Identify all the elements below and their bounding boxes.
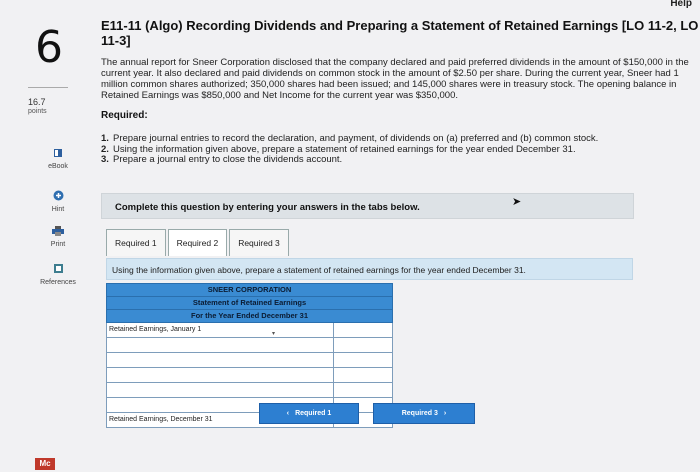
prev-button-label: Required 1: [295, 410, 332, 417]
row-label-select[interactable]: [107, 368, 334, 382]
requirement-tabs: Required 1 Required 2 Required 3: [106, 229, 291, 257]
next-button-label: Required 3: [401, 410, 438, 417]
help-link[interactable]: Help: [670, 0, 692, 9]
statement-row: [106, 353, 393, 368]
required-heading: Required:: [101, 110, 148, 121]
statement-row: [106, 368, 393, 383]
mcgraw-hill-logo: Mc: [35, 458, 55, 470]
mouse-cursor-icon: ➤: [512, 196, 522, 208]
requirement-number: 3.: [101, 154, 109, 165]
hint-button[interactable]: Hint: [35, 190, 81, 213]
statement-period: For the Year Ended December 31: [191, 311, 308, 320]
question-paragraph: The annual report for Sneer Corporation …: [101, 57, 689, 101]
references-label: References: [40, 279, 76, 286]
assignment-page: Help 6 16.7 points eBook Hint Print Refe…: [0, 0, 700, 472]
hint-label: Hint: [51, 206, 65, 213]
next-required-button[interactable]: Required 3 ›: [373, 403, 475, 424]
tab-required-1[interactable]: Required 1: [106, 229, 166, 256]
tab-required-3[interactable]: Required 3: [229, 229, 289, 256]
row-label-opening: Retained Earnings, January 1 ▾: [107, 323, 334, 337]
row-label-text: Retained Earnings, January 1: [109, 326, 202, 333]
amount-input[interactable]: [334, 383, 392, 397]
requirements-list: 1. Prepare journal entries to record the…: [101, 133, 671, 166]
hint-icon: [35, 190, 81, 203]
book-icon: [35, 148, 81, 160]
requirement-item: 3. Prepare a journal entry to close the …: [101, 154, 671, 166]
ebook-button[interactable]: eBook: [35, 148, 81, 170]
question-title: E11-11 (Algo) Recording Dividends and Pr…: [101, 18, 699, 48]
divider: [28, 87, 68, 88]
requirement-text: Prepare a journal entry to close the div…: [113, 154, 343, 165]
references-button[interactable]: References: [35, 263, 81, 286]
question-number: 6: [35, 22, 63, 73]
statement-row: [106, 383, 393, 398]
company-name: SNEER CORPORATION: [107, 284, 392, 297]
amount-input[interactable]: [334, 368, 392, 382]
requirement-item: 1. Prepare journal entries to record the…: [101, 133, 671, 145]
requirement-text: Prepare journal entries to record the de…: [113, 133, 599, 144]
print-button[interactable]: Print: [35, 226, 81, 248]
instructions-banner: Complete this question by entering your …: [101, 193, 634, 219]
amount-input[interactable]: [334, 338, 392, 352]
row-label-select[interactable]: [107, 383, 334, 397]
row-label-text: Retained Earnings, December 31: [109, 416, 213, 423]
print-icon: [35, 226, 81, 238]
ebook-label: eBook: [48, 163, 68, 170]
chevron-left-icon: ‹: [286, 410, 290, 417]
row-label-select[interactable]: [107, 338, 334, 352]
row-label-select[interactable]: [107, 353, 334, 367]
chevron-right-icon: ›: [443, 410, 447, 417]
print-label: Print: [50, 241, 66, 248]
prev-required-button[interactable]: ‹ Required 1: [259, 403, 359, 424]
tab-required-2[interactable]: Required 2: [167, 229, 228, 256]
statement-name: Statement of Retained Earnings: [107, 297, 392, 310]
amount-input[interactable]: [334, 323, 392, 337]
amount-input[interactable]: [334, 353, 392, 367]
statement-row: [106, 338, 393, 353]
requirement-number: 1.: [101, 133, 109, 144]
points-value: 16.7: [28, 97, 46, 107]
statement-row: Retained Earnings, January 1 ▾: [106, 323, 393, 338]
tab-instruction: Using the information given above, prepa…: [106, 258, 633, 280]
points-label: points: [28, 108, 47, 115]
statement-header: SNEER CORPORATION Statement of Retained …: [106, 283, 393, 323]
references-icon: [35, 263, 81, 276]
